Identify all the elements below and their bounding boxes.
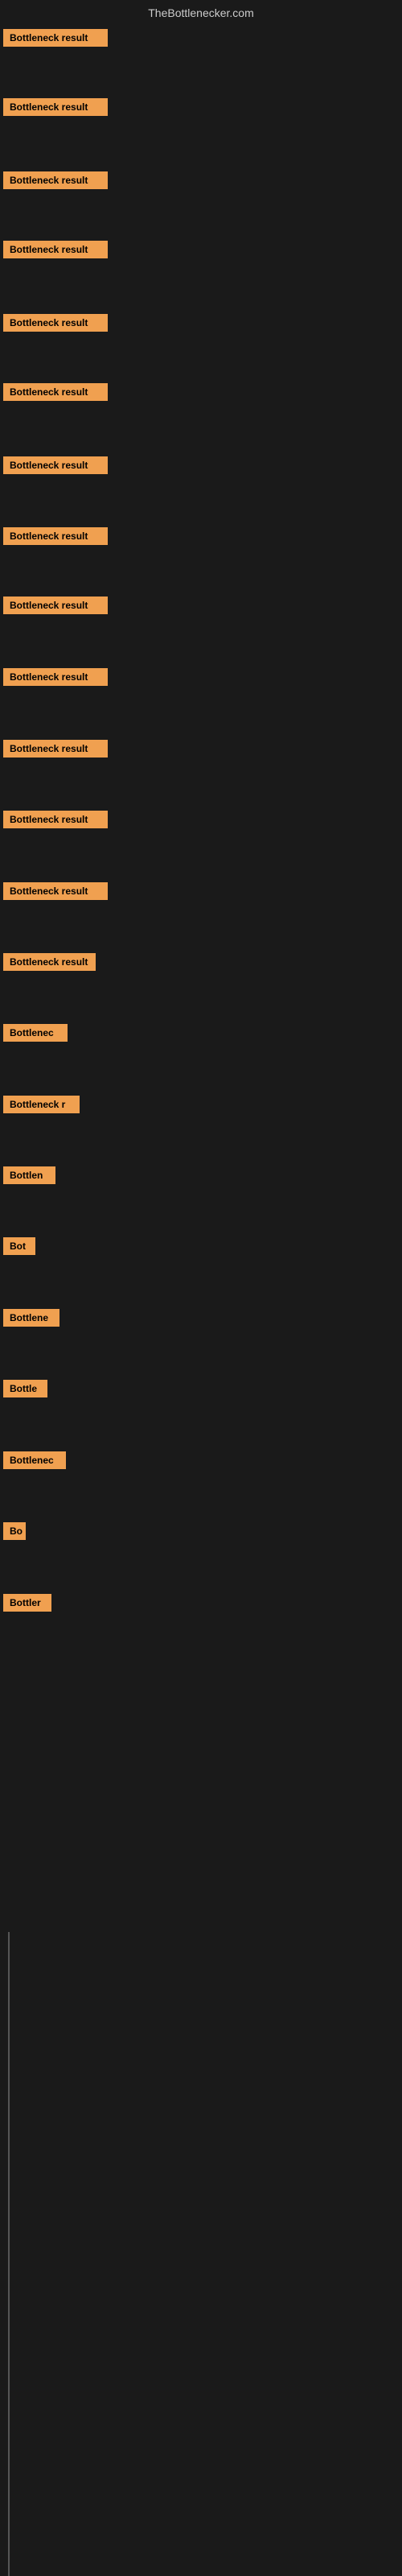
bottleneck-bar-3[interactable]: Bottleneck result bbox=[3, 171, 108, 189]
bottleneck-row-14: Bottleneck result bbox=[0, 950, 96, 978]
bottleneck-bar-5[interactable]: Bottleneck result bbox=[3, 314, 108, 332]
bottleneck-row-5: Bottleneck result bbox=[0, 311, 108, 339]
bottleneck-bar-23[interactable]: Bottler bbox=[3, 1594, 51, 1612]
bottleneck-row-4: Bottleneck result bbox=[0, 237, 108, 266]
bottleneck-bar-13[interactable]: Bottleneck result bbox=[3, 882, 108, 900]
bottleneck-row-12: Bottleneck result bbox=[0, 807, 108, 836]
bottleneck-row-21: Bottlenec bbox=[0, 1448, 66, 1476]
site-title: TheBottlenecker.com bbox=[0, 0, 402, 26]
bottleneck-row-22: Bo bbox=[0, 1519, 26, 1547]
bottleneck-bar-7[interactable]: Bottleneck result bbox=[3, 456, 108, 474]
bottleneck-row-20: Bottle bbox=[0, 1377, 47, 1405]
bottleneck-row-23: Bottler bbox=[0, 1591, 51, 1619]
bottleneck-bar-20[interactable]: Bottle bbox=[3, 1380, 47, 1397]
bottleneck-bar-9[interactable]: Bottleneck result bbox=[3, 597, 108, 614]
bottleneck-bar-2[interactable]: Bottleneck result bbox=[3, 98, 108, 116]
bottleneck-row-1: Bottleneck result bbox=[0, 26, 108, 54]
bottleneck-bar-15[interactable]: Bottlenec bbox=[3, 1024, 68, 1042]
bottleneck-row-15: Bottlenec bbox=[0, 1021, 68, 1049]
bottleneck-row-3: Bottleneck result bbox=[0, 168, 108, 196]
vertical-line bbox=[8, 1932, 10, 2576]
bottleneck-row-11: Bottleneck result bbox=[0, 737, 108, 765]
bottleneck-bar-17[interactable]: Bottlen bbox=[3, 1166, 55, 1184]
bottleneck-row-10: Bottleneck result bbox=[0, 665, 108, 693]
bottleneck-row-7: Bottleneck result bbox=[0, 453, 108, 481]
bottleneck-bar-10[interactable]: Bottleneck result bbox=[3, 668, 108, 686]
bottleneck-row-16: Bottleneck r bbox=[0, 1092, 80, 1121]
bottleneck-bar-6[interactable]: Bottleneck result bbox=[3, 383, 108, 401]
bottleneck-bar-4[interactable]: Bottleneck result bbox=[3, 241, 108, 258]
bottleneck-bar-16[interactable]: Bottleneck r bbox=[3, 1096, 80, 1113]
bottleneck-row-13: Bottleneck result bbox=[0, 879, 108, 907]
bottleneck-bar-18[interactable]: Bot bbox=[3, 1237, 35, 1255]
bottleneck-row-8: Bottleneck result bbox=[0, 524, 108, 552]
bottleneck-row-2: Bottleneck result bbox=[0, 95, 108, 123]
bottleneck-bar-1[interactable]: Bottleneck result bbox=[3, 29, 108, 47]
bottleneck-bar-19[interactable]: Bottlene bbox=[3, 1309, 59, 1327]
bottleneck-bar-8[interactable]: Bottleneck result bbox=[3, 527, 108, 545]
bottleneck-row-18: Bot bbox=[0, 1234, 35, 1262]
bottleneck-bar-11[interactable]: Bottleneck result bbox=[3, 740, 108, 758]
site-header: TheBottlenecker.com bbox=[0, 0, 402, 26]
bottleneck-bar-12[interactable]: Bottleneck result bbox=[3, 811, 108, 828]
bottleneck-row-9: Bottleneck result bbox=[0, 593, 108, 621]
bottleneck-bar-21[interactable]: Bottlenec bbox=[3, 1451, 66, 1469]
bottleneck-bar-22[interactable]: Bo bbox=[3, 1522, 26, 1540]
bottleneck-row-17: Bottlen bbox=[0, 1163, 55, 1191]
bottleneck-row-19: Bottlene bbox=[0, 1306, 59, 1334]
bottleneck-bar-14[interactable]: Bottleneck result bbox=[3, 953, 96, 971]
bars-container: Bottleneck result Bottleneck result Bottle… bbox=[0, 26, 402, 1797]
bottleneck-row-6: Bottleneck result bbox=[0, 380, 108, 408]
